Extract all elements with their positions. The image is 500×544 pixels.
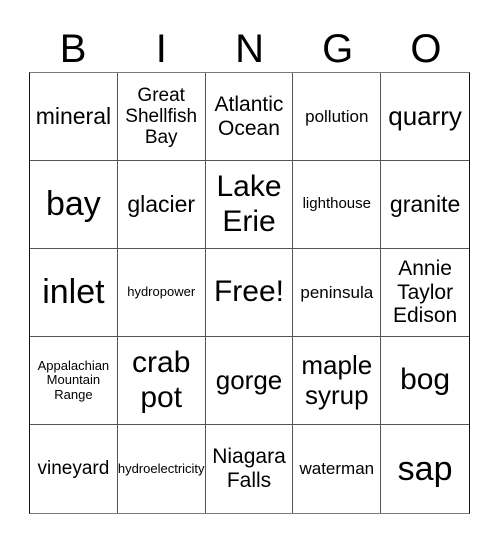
bingo-cell[interactable]: Annie Taylor Edison: [381, 249, 469, 337]
bingo-cell[interactable]: bay: [30, 161, 118, 249]
bingo-cell[interactable]: pollution: [293, 73, 382, 161]
bingo-cell[interactable]: waterman: [293, 425, 382, 513]
header-letter-n: N: [235, 27, 264, 71]
bingo-cell[interactable]: maple syrup: [293, 337, 382, 425]
header-letter-o: O: [410, 27, 442, 71]
bingo-cell[interactable]: bog: [381, 337, 469, 425]
header-letter-g: G: [322, 27, 354, 71]
free-space-cell[interactable]: Free!: [205, 249, 294, 337]
bingo-cell[interactable]: granite: [381, 161, 469, 249]
bingo-cell[interactable]: Niagara Falls: [206, 425, 294, 513]
bingo-cell[interactable]: peninsula: [293, 249, 382, 337]
bingo-cell[interactable]: lighthouse: [293, 161, 382, 249]
bingo-grid: mineral Great Shellfish Bay Atlantic Oce…: [29, 72, 470, 514]
bingo-cell[interactable]: Lake Erie: [205, 161, 294, 249]
header-letter-b: B: [59, 27, 87, 71]
bingo-cell[interactable]: hydroelectricity: [118, 425, 206, 513]
bingo-header: B I N G O: [29, 26, 470, 72]
bingo-cell[interactable]: mineral: [30, 73, 118, 161]
header-letter-i: I: [155, 27, 167, 71]
bingo-cell[interactable]: hydropower: [117, 249, 206, 337]
bingo-cell[interactable]: sap: [381, 425, 469, 513]
bingo-cell[interactable]: Atlantic Ocean: [205, 73, 294, 161]
bingo-cell[interactable]: crab pot: [117, 337, 206, 425]
bingo-cell[interactable]: quarry: [381, 73, 469, 161]
bingo-cell[interactable]: vineyard: [30, 425, 118, 513]
bingo-cell[interactable]: inlet: [30, 249, 118, 337]
bingo-cell[interactable]: glacier: [117, 161, 206, 249]
bingo-cell[interactable]: gorge: [205, 337, 294, 425]
bingo-cell[interactable]: Appalachian Mountain Range: [30, 337, 118, 425]
bingo-cell[interactable]: Great Shellfish Bay: [117, 73, 206, 161]
